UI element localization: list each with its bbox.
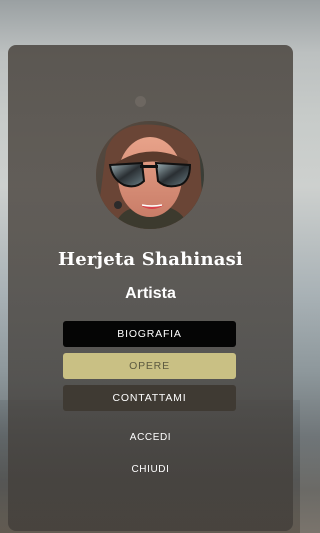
- avatar: [96, 121, 204, 229]
- profile-name: Herjeta Shahinasi: [58, 249, 243, 270]
- biography-button[interactable]: BIOGRAFIA: [63, 321, 236, 347]
- contact-button[interactable]: CONTATTAMI: [63, 385, 236, 411]
- works-button[interactable]: OPERE: [63, 353, 236, 379]
- profile-menu-panel: Herjeta Shahinasi Artista BIOGRAFIA OPER…: [8, 45, 293, 531]
- profile-role: Artista: [125, 285, 176, 302]
- indicator-dot: [135, 96, 146, 107]
- close-link[interactable]: CHIUDI: [8, 464, 293, 475]
- login-link[interactable]: ACCEDI: [8, 432, 293, 443]
